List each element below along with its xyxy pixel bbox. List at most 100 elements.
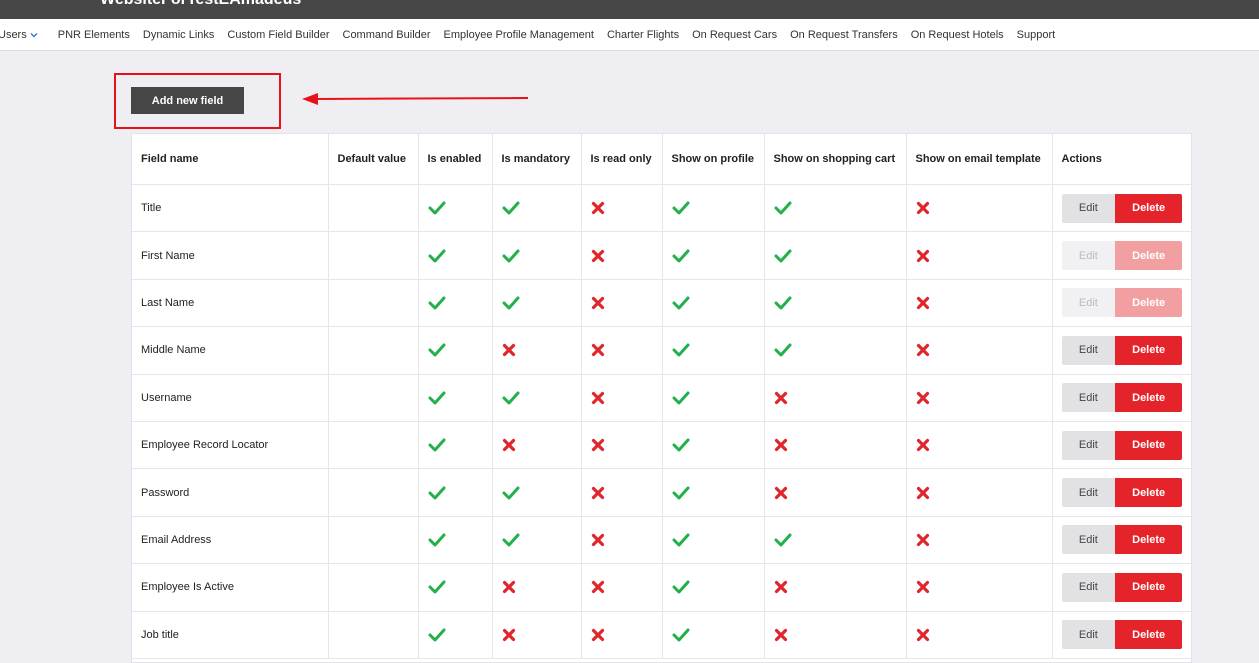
menu-item-custom-field-builder[interactable]: Custom Field Builder: [227, 29, 329, 41]
check-icon: [672, 296, 755, 310]
row-actions: Edit Delete: [1061, 383, 1182, 413]
column-header: Is mandatory: [492, 134, 582, 185]
default-value-cell: [328, 326, 419, 375]
menu-item-command-builder[interactable]: Command Builder: [343, 29, 431, 41]
flag-cell: [764, 611, 907, 659]
column-header: Is enabled: [418, 134, 493, 185]
row-actions: Edit Delete: [1061, 193, 1182, 223]
delete-button[interactable]: Delete: [1115, 525, 1182, 555]
check-icon: [502, 486, 572, 500]
menu-item-label: PNR Elements: [57, 28, 130, 41]
column-header: Field name: [132, 134, 329, 185]
menu-item-on-request-hotels[interactable]: On Request Hotels: [911, 29, 1004, 41]
actions-cell: Edit Delete: [1052, 184, 1191, 233]
delete-button[interactable]: Delete: [1115, 335, 1182, 365]
menu-item-label: On Request Transfers: [790, 28, 898, 41]
cross-icon: [916, 580, 1043, 594]
check-icon: [428, 438, 483, 452]
custom-fields-table: Field name Default value Is enabled Is mand…: [131, 133, 1192, 663]
menu-item-charter-flights[interactable]: Charter Flights: [607, 29, 679, 41]
cross-icon: [774, 438, 897, 452]
menu-item-label: Dynamic Links: [142, 28, 215, 41]
check-icon: [502, 249, 572, 263]
field-name-cell: Title: [132, 184, 329, 233]
flag-cell: [581, 421, 663, 470]
edit-button[interactable]: Edit: [1061, 525, 1116, 555]
table-row: First Name Edit Delete: [132, 231, 1191, 280]
default-value-cell: [328, 468, 419, 517]
flag-cell: [492, 611, 582, 659]
flag-cell: [492, 374, 582, 422]
menu-item-dynamic-links[interactable]: Dynamic Links: [143, 29, 215, 41]
actions-cell: Edit Delete: [1052, 326, 1191, 375]
actions-cell: Edit Delete: [1052, 468, 1191, 517]
edit-button[interactable]: Edit: [1061, 383, 1116, 413]
menu-item-label: Custom Field Builder: [227, 28, 330, 41]
flag-cell: [906, 326, 1053, 375]
check-icon: [428, 249, 483, 263]
check-icon: [428, 580, 483, 594]
edit-button[interactable]: Edit: [1061, 572, 1116, 602]
check-icon: [672, 628, 755, 642]
flag-cell: [662, 184, 765, 233]
menu-item-label: Command Builder: [342, 28, 431, 41]
cross-icon: [591, 296, 653, 310]
edit-button[interactable]: Edit: [1061, 620, 1116, 650]
default-value-cell: [328, 374, 419, 422]
delete-button[interactable]: Delete: [1115, 620, 1182, 650]
flag-cell: [764, 374, 907, 422]
site-title: WebsiteForTestEAmadeus: [100, 0, 301, 9]
flag-cell: [906, 279, 1053, 328]
menu-item-pnr-elements[interactable]: PNR Elements: [58, 29, 130, 41]
edit-button[interactable]: Edit: [1061, 193, 1116, 223]
delete-button[interactable]: Delete: [1115, 572, 1182, 602]
edit-button[interactable]: Edit: [1061, 335, 1116, 365]
flag-cell: [906, 231, 1053, 280]
flag-cell: [764, 516, 907, 565]
flag-cell: [906, 516, 1053, 565]
menu-item-on-request-cars[interactable]: On Request Cars: [692, 29, 777, 41]
default-value-cell: [328, 231, 419, 280]
default-value-cell: [328, 611, 419, 659]
field-name-cell: First Name: [132, 231, 329, 280]
delete-button[interactable]: Delete: [1115, 478, 1182, 508]
menu-item-support[interactable]: Support: [1017, 29, 1056, 41]
check-icon: [502, 296, 572, 310]
column-header: Default value: [328, 134, 419, 185]
field-name-cell: Middle Name: [132, 326, 329, 375]
table-header-row: Field name Default value Is enabled Is mand…: [132, 134, 1191, 185]
flag-cell: [581, 374, 663, 422]
edit-button[interactable]: Edit: [1061, 478, 1116, 508]
flag-cell: [581, 231, 663, 280]
row-actions: Edit Delete: [1061, 572, 1182, 602]
menu-item-users[interactable]: Users: [0, 29, 38, 41]
delete-button[interactable]: Delete: [1115, 383, 1182, 413]
table-row: Email Address Edit Delete: [132, 516, 1191, 565]
delete-button[interactable]: Delete: [1115, 193, 1182, 223]
edit-button[interactable]: Edit: [1061, 430, 1116, 460]
main-nav-menu: Users PNR Elements Dynamic Links Custom Fie…: [0, 19, 1259, 51]
flag-cell: [418, 516, 493, 565]
add-new-field-button[interactable]: Add new field: [131, 87, 244, 114]
flag-cell: [418, 279, 493, 328]
delete-button: Delete: [1115, 288, 1182, 318]
check-icon: [428, 533, 483, 547]
actions-cell: Edit Delete: [1052, 563, 1191, 612]
flag-cell: [764, 421, 907, 470]
flag-cell: [662, 516, 765, 565]
flag-cell: [418, 184, 493, 233]
table-row: Middle Name Edit Delete: [132, 326, 1191, 375]
delete-button[interactable]: Delete: [1115, 430, 1182, 460]
actions-cell: Edit Delete: [1052, 231, 1191, 280]
flag-cell: [662, 231, 765, 280]
flag-cell: [906, 468, 1053, 517]
menu-item-on-request-transfers[interactable]: On Request Transfers: [790, 29, 898, 41]
cross-icon: [591, 201, 653, 215]
menu-item-label: Users: [0, 28, 27, 41]
cross-icon: [591, 533, 653, 547]
flag-cell: [764, 279, 907, 328]
check-icon: [502, 201, 572, 215]
column-header: Show on profile: [662, 134, 765, 185]
flag-cell: [764, 468, 907, 517]
menu-item-employee-profile-management[interactable]: Employee Profile Management: [444, 29, 594, 41]
